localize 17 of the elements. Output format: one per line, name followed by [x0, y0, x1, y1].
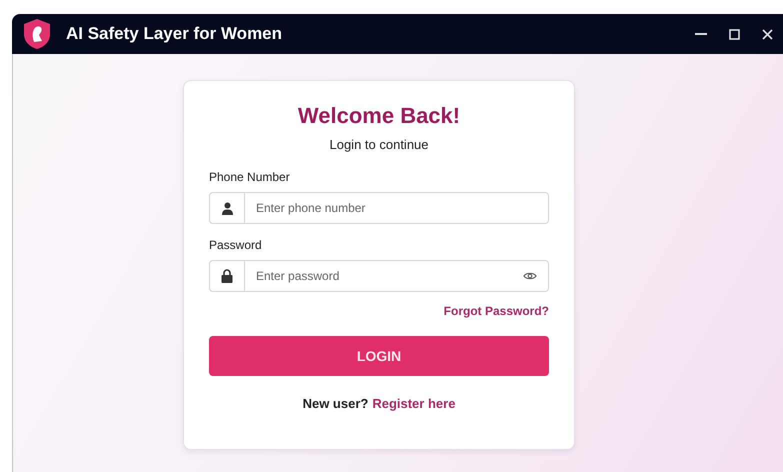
password-field[interactable]: Enter password	[209, 260, 549, 292]
register-link[interactable]: Register here	[372, 396, 456, 411]
window-title: AI Safety Layer for Women	[66, 24, 282, 44]
lock-icon	[221, 269, 233, 283]
forgot-password-link[interactable]: Forgot Password?	[444, 304, 549, 318]
person-icon	[220, 202, 234, 214]
phone-field[interactable]: Enter phone number	[209, 192, 549, 224]
login-button[interactable]: LOGIN	[209, 336, 549, 376]
close-icon[interactable]	[762, 28, 773, 40]
field-label: Phone Number	[209, 170, 291, 184]
maximize-icon[interactable]	[729, 28, 740, 40]
welcome-heading: Welcome Back!	[296, 103, 462, 129]
eye-icon[interactable]	[523, 271, 537, 281]
field-label: Password	[209, 238, 263, 252]
register-prompt: New user?	[302, 396, 368, 411]
shield-logo-icon	[22, 18, 52, 50]
login-subtitle: Login to continue	[328, 137, 430, 152]
